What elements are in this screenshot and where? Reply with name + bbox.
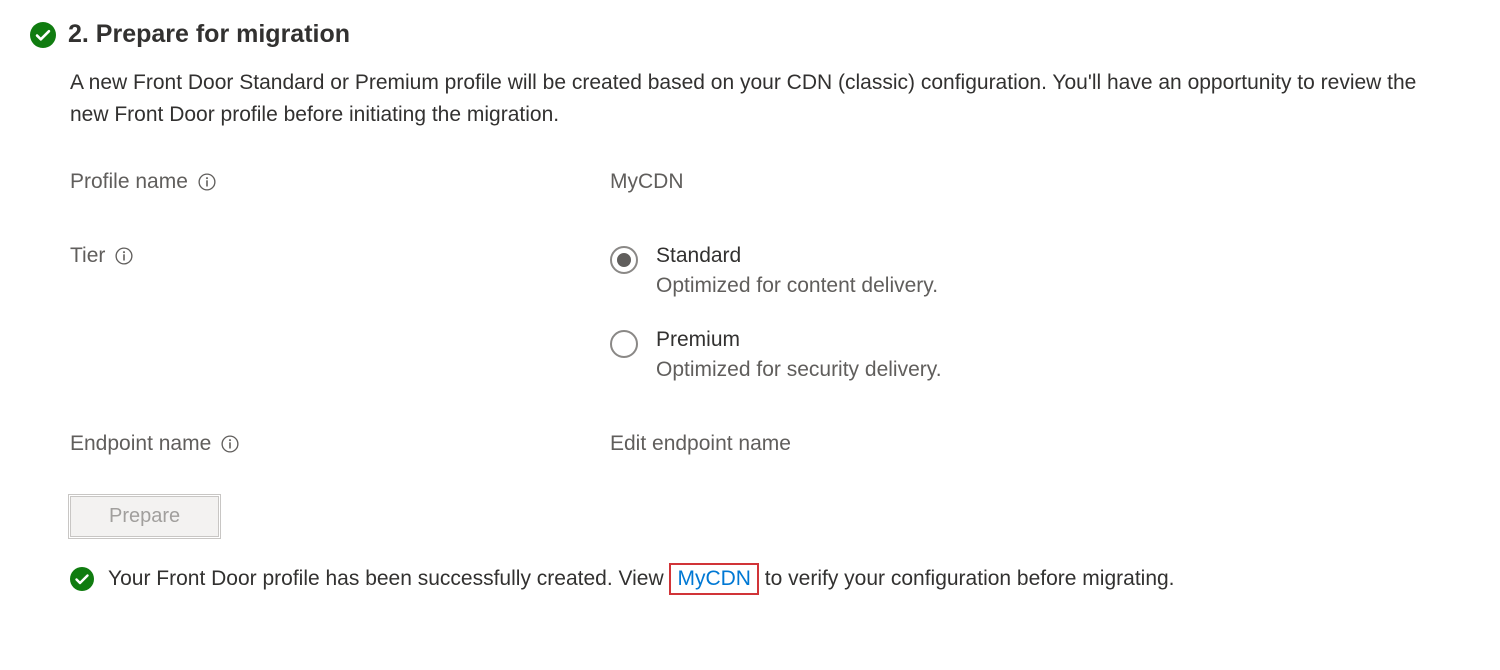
status-line: Your Front Door profile has been success… [70, 563, 1470, 595]
radio-premium-label: Premium [656, 328, 942, 352]
profile-name-value: MyCDN [610, 170, 684, 194]
radio-texts: Standard Optimized for content delivery. [656, 244, 938, 298]
radio-standard[interactable]: Standard Optimized for content delivery. [610, 244, 942, 298]
radio-premium-sublabel: Optimized for security delivery. [656, 358, 942, 382]
radio-circle-icon [610, 246, 638, 274]
section-title: 2. Prepare for migration [68, 20, 350, 49]
status-prefix: Your Front Door profile has been success… [108, 567, 669, 590]
tier-label: Tier [70, 244, 105, 268]
radio-standard-sublabel: Optimized for content delivery. [656, 274, 938, 298]
info-icon[interactable] [115, 247, 133, 265]
tier-row: Tier Standard Optimized for content deli… [70, 244, 1470, 382]
highlight-box: MyCDN [669, 563, 759, 595]
profile-name-label: Profile name [70, 170, 188, 194]
form-area: Profile name MyCDN Tier Standard Optimiz… [70, 170, 1470, 456]
info-icon[interactable] [221, 435, 239, 453]
tier-value-col: Standard Optimized for content delivery.… [610, 244, 942, 382]
radio-standard-label: Standard [656, 244, 938, 268]
endpoint-name-value[interactable]: Edit endpoint name [610, 432, 791, 456]
prepare-button[interactable]: Prepare [70, 496, 219, 537]
status-suffix: to verify your configuration before migr… [759, 567, 1175, 590]
radio-circle-icon [610, 330, 638, 358]
endpoint-name-row: Endpoint name Edit endpoint name [70, 432, 1470, 456]
section-header: 2. Prepare for migration [30, 20, 1470, 49]
info-icon[interactable] [198, 173, 216, 191]
check-circle-icon [30, 22, 56, 48]
endpoint-name-label-col: Endpoint name [70, 432, 610, 456]
check-circle-icon [70, 567, 94, 591]
radio-premium[interactable]: Premium Optimized for security delivery. [610, 328, 942, 382]
section-description: A new Front Door Standard or Premium pro… [70, 67, 1440, 130]
tier-radio-group: Standard Optimized for content delivery.… [610, 244, 942, 382]
profile-name-row: Profile name MyCDN [70, 170, 1470, 194]
radio-texts: Premium Optimized for security delivery. [656, 328, 942, 382]
profile-name-label-col: Profile name [70, 170, 610, 194]
status-link[interactable]: MyCDN [677, 567, 751, 590]
status-text: Your Front Door profile has been success… [108, 563, 1175, 595]
endpoint-name-label: Endpoint name [70, 432, 211, 456]
tier-label-col: Tier [70, 244, 610, 268]
